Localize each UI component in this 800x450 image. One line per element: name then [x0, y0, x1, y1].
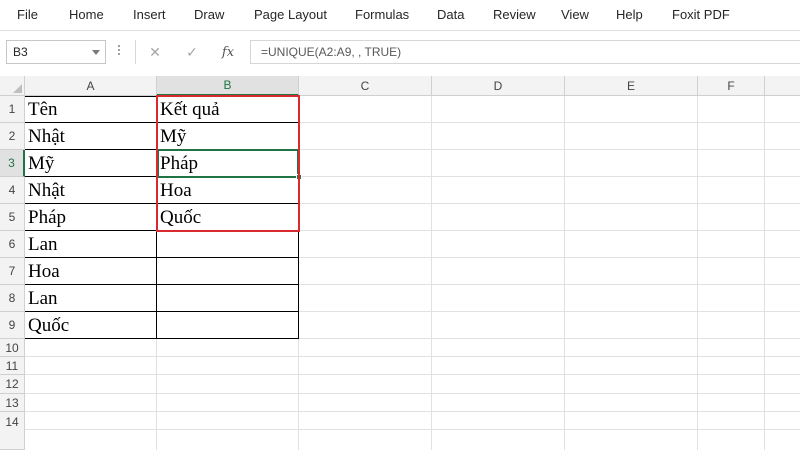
gridline — [564, 96, 565, 450]
row-header-2[interactable]: 2 — [0, 123, 25, 150]
cell-a7[interactable]: Hoa — [25, 258, 156, 285]
tab-formulas[interactable]: Formulas — [355, 7, 409, 22]
cell-b5[interactable]: Quốc — [157, 204, 298, 231]
column-header-c[interactable]: C — [299, 76, 432, 96]
tab-insert[interactable]: Insert — [133, 7, 166, 22]
cell-b9[interactable] — [157, 312, 298, 339]
enter-button[interactable]: ✓ — [178, 40, 206, 64]
column-header-d[interactable]: D — [432, 76, 565, 96]
tab-home[interactable]: Home — [69, 7, 104, 22]
column-header-b[interactable]: B — [157, 76, 299, 96]
column-header-f[interactable]: F — [698, 76, 765, 96]
tab-foxit-pdf[interactable]: Foxit PDF — [672, 7, 730, 22]
cell-a5[interactable]: Pháp — [25, 204, 156, 231]
row-header-12[interactable]: 12 — [0, 375, 25, 394]
select-all-button[interactable] — [0, 76, 25, 96]
cell-b1[interactable]: Kết quả — [157, 96, 298, 123]
tab-draw[interactable]: Draw — [194, 7, 224, 22]
row-header-6[interactable]: 6 — [0, 231, 25, 258]
gridline — [25, 393, 800, 394]
cell-a9[interactable]: Quốc — [25, 312, 156, 339]
cell-a8[interactable]: Lan — [25, 285, 156, 312]
cancel-button[interactable]: ✕ — [141, 40, 169, 64]
cell-a1[interactable]: Tên — [25, 96, 156, 123]
cell-a2[interactable]: Nhật — [25, 123, 156, 150]
cell-a6[interactable]: Lan — [25, 231, 156, 258]
formula-bar: B3 ✕ ✓ fx =UNIQUE(A2:A9, , TRUE) — [0, 31, 800, 76]
table-border — [298, 96, 299, 339]
gridline — [764, 96, 765, 450]
row-header-13[interactable]: 13 — [0, 394, 25, 412]
gridline — [25, 429, 800, 430]
row-header-3[interactable]: 3 — [0, 150, 25, 177]
formula-text: =UNIQUE(A2:A9, , TRUE) — [261, 45, 402, 59]
cell-a3[interactable]: Mỹ — [25, 150, 156, 177]
gridline — [25, 411, 800, 412]
cell-b6[interactable] — [157, 231, 298, 258]
divider — [135, 40, 136, 64]
tab-page-layout[interactable]: Page Layout — [254, 7, 327, 22]
column-header-e[interactable]: E — [565, 76, 698, 96]
row-header-1[interactable]: 1 — [0, 96, 25, 123]
drag-handle-icon[interactable] — [118, 45, 121, 59]
close-icon: ✕ — [149, 43, 161, 60]
row-header-8[interactable]: 8 — [0, 285, 25, 312]
cell-a4[interactable]: Nhật — [25, 177, 156, 204]
cell-b3[interactable]: Pháp — [157, 150, 298, 177]
row-header-14[interactable]: 14 — [0, 412, 25, 450]
tab-data[interactable]: Data — [437, 7, 464, 22]
row-header-11[interactable]: 11 — [0, 357, 25, 375]
row-header-4[interactable]: 4 — [0, 177, 25, 204]
gridline — [25, 356, 800, 357]
row-header-9[interactable]: 9 — [0, 312, 25, 339]
column-header-g[interactable] — [765, 76, 800, 96]
name-box-value: B3 — [13, 45, 28, 59]
tab-help[interactable]: Help — [616, 7, 643, 22]
column-header-a[interactable]: A — [25, 76, 157, 96]
fill-handle[interactable] — [296, 174, 302, 180]
tab-review[interactable]: Review — [493, 7, 536, 22]
checkmark-icon: ✓ — [186, 43, 198, 60]
tab-file[interactable]: File — [17, 7, 38, 22]
cell-b8[interactable] — [157, 285, 298, 312]
worksheet-grid[interactable]: A B C D E F 1 2 3 4 5 6 7 8 9 10 11 12 1… — [0, 76, 800, 450]
formula-input[interactable]: =UNIQUE(A2:A9, , TRUE) — [250, 40, 800, 64]
fx-icon: fx — [221, 44, 235, 60]
name-box[interactable]: B3 — [6, 40, 106, 64]
row-header-7[interactable]: 7 — [0, 258, 25, 285]
chevron-down-icon[interactable] — [92, 50, 100, 55]
cell-b2[interactable]: Mỹ — [157, 123, 298, 150]
select-all-icon — [13, 84, 22, 93]
row-header-10[interactable]: 10 — [0, 339, 25, 357]
cell-b4[interactable]: Hoa — [157, 177, 298, 204]
ribbon-tabs: File Home Insert Draw Page Layout Formul… — [0, 0, 800, 31]
tab-view[interactable]: View — [561, 7, 589, 22]
cell-b7[interactable] — [157, 258, 298, 285]
gridline — [697, 96, 698, 450]
gridline — [25, 374, 800, 375]
insert-function-button[interactable]: fx — [214, 40, 242, 64]
gridline — [431, 96, 432, 450]
row-header-5[interactable]: 5 — [0, 204, 25, 231]
